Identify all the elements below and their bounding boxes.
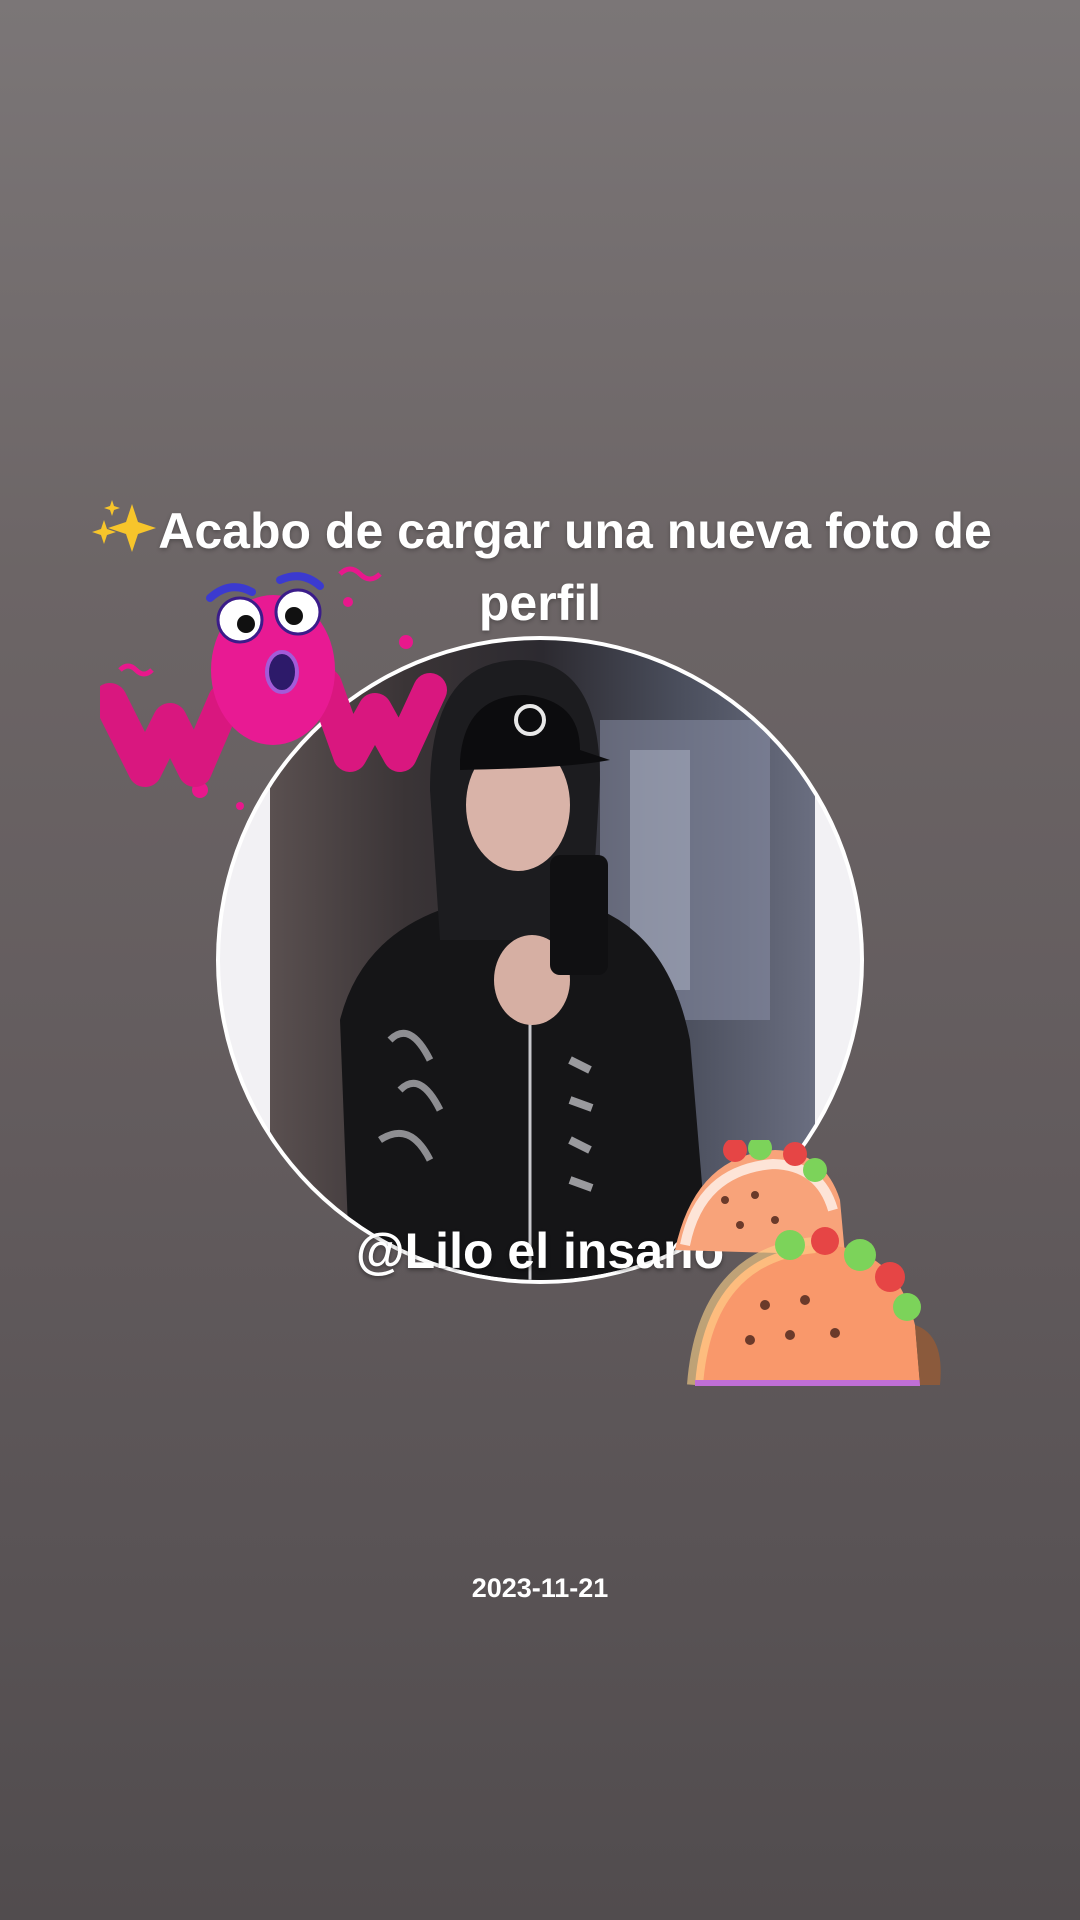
- taco-sticker[interactable]: [655, 1140, 965, 1400]
- wow-frog-sticker[interactable]: [100, 560, 450, 810]
- sparkles-icon: [92, 500, 157, 552]
- story-date: 2023-11-21: [471, 1573, 609, 1603]
